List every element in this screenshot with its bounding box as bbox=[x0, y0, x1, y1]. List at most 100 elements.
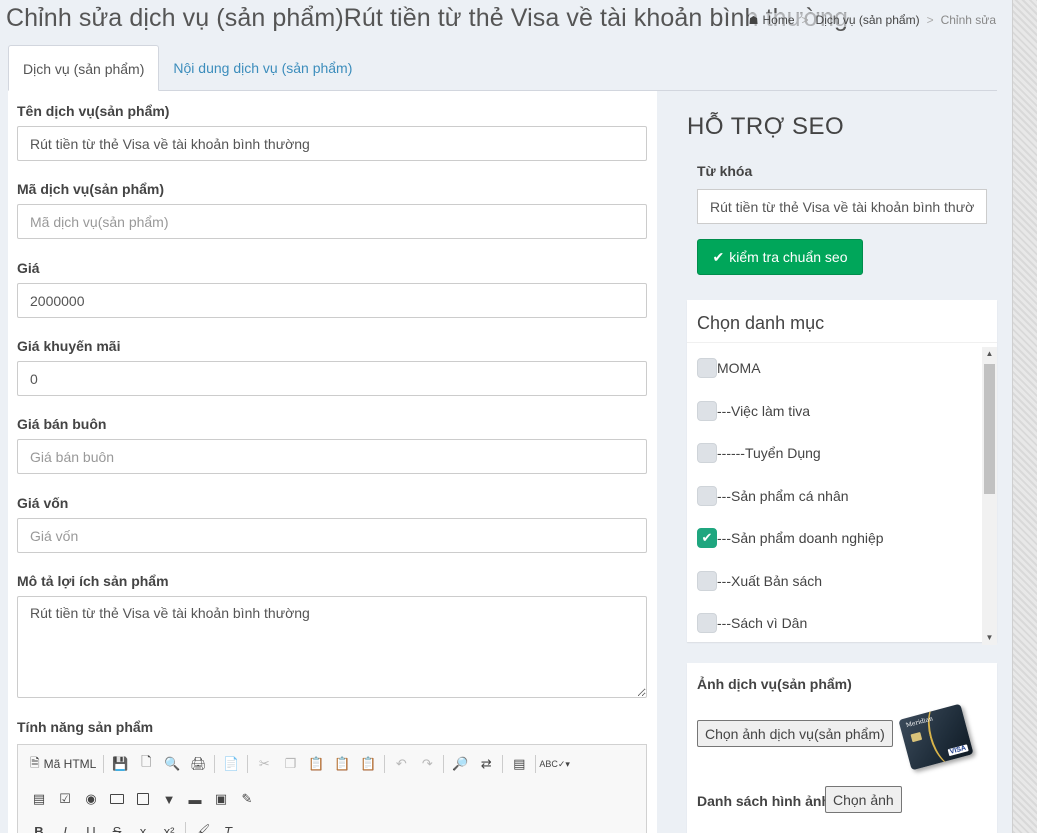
breadcrumb-current: Chỉnh sửa bbox=[940, 13, 996, 27]
redo-icon[interactable]: ↷ bbox=[414, 752, 440, 776]
choose-image-button[interactable]: Chọn ảnh dịch vụ(sản phẩm) bbox=[697, 720, 893, 747]
sale-price-group: Giá khuyến mãi bbox=[17, 338, 647, 396]
paste-text-icon[interactable]: 📋 bbox=[329, 752, 355, 776]
replace-icon[interactable]: ⇄ bbox=[473, 752, 499, 776]
sale-price-label: Giá khuyến mãi bbox=[17, 338, 121, 354]
toolbar-separator bbox=[535, 755, 537, 773]
paste-word-icon[interactable]: 📋 bbox=[355, 752, 381, 776]
page-edge-texture bbox=[1012, 0, 1037, 833]
bold-button[interactable]: B bbox=[26, 819, 52, 833]
textfield-icon[interactable] bbox=[104, 787, 130, 811]
breadcrumb-home[interactable]: Home bbox=[763, 13, 795, 27]
category-list: MOMA ---Việc làm tiva ------Tuyển Dụng -… bbox=[687, 347, 983, 643]
category-checkbox[interactable] bbox=[697, 570, 717, 591]
radio-field-icon[interactable]: ◉ bbox=[78, 787, 104, 811]
hidden-field-icon[interactable]: ✎ bbox=[234, 787, 260, 811]
cut-icon[interactable]: ✂ bbox=[251, 752, 277, 776]
italic-button[interactable]: I bbox=[52, 819, 78, 833]
strike-button[interactable]: S bbox=[104, 819, 130, 833]
scroll-thumb[interactable] bbox=[984, 364, 995, 494]
category-item[interactable]: ------Tuyển Dụng bbox=[687, 432, 983, 475]
select-all-icon[interactable]: ▤ bbox=[506, 752, 532, 776]
category-checkbox[interactable] bbox=[697, 400, 717, 421]
sale-price-input[interactable] bbox=[17, 361, 647, 396]
category-checkbox[interactable] bbox=[697, 443, 717, 464]
editor-toolbar-row-3: B I U S x x² 🖌 T bbox=[18, 815, 646, 833]
select-field-icon[interactable]: ▼ bbox=[156, 787, 182, 811]
benefit-textarea[interactable]: Rút tiền từ thẻ Visa về tài khoản bình t… bbox=[17, 596, 647, 698]
copy-format-icon[interactable]: 🖌 bbox=[189, 819, 215, 833]
category-checkbox[interactable] bbox=[697, 485, 717, 506]
category-item[interactable]: ---Việc làm tiva bbox=[687, 390, 983, 433]
category-item[interactable]: ---Xuất Bản sách bbox=[687, 560, 983, 603]
source-html-button[interactable]: 🗎 Mã HTML bbox=[26, 752, 100, 776]
category-label: ------Tuyển Dụng bbox=[717, 445, 821, 462]
toolbar-separator bbox=[214, 755, 216, 773]
tab-service-content[interactable]: Nội dung dịch vụ (sản phẩm) bbox=[159, 45, 366, 91]
keyword-input[interactable] bbox=[697, 189, 987, 224]
image-label: Ảnh dịch vụ(sản phẩm) bbox=[697, 676, 852, 692]
paste-icon[interactable]: 📋 bbox=[303, 752, 329, 776]
name-group: Tên dịch vụ(sản phẩm) bbox=[17, 103, 647, 161]
service-image-thumbnail[interactable]: Meridian VISA bbox=[898, 703, 974, 771]
scroll-up-icon[interactable]: ▲ bbox=[982, 347, 997, 361]
category-label: ---Xuất Bản sách bbox=[717, 572, 823, 589]
image-button-icon[interactable]: ▣ bbox=[208, 787, 234, 811]
undo-icon[interactable]: ↶ bbox=[388, 752, 414, 776]
category-checkbox-checked[interactable]: ✔ bbox=[697, 528, 717, 549]
wholesale-input[interactable] bbox=[17, 439, 647, 474]
price-group: Giá bbox=[17, 260, 647, 318]
category-label: ---Sản phẩm cá nhân bbox=[717, 487, 849, 504]
category-label: ---Sách vì Dân bbox=[717, 615, 808, 632]
superscript-button[interactable]: x² bbox=[156, 819, 182, 833]
page-title: Chỉnh sửa dịch vụ (sản phẩm)Rút tiền từ … bbox=[6, 4, 848, 32]
textarea-field-icon[interactable] bbox=[130, 787, 156, 811]
breadcrumb-section[interactable]: Dịch vụ (sản phẩm) bbox=[816, 13, 920, 27]
editor-toolbar-row-2: ▤ ☑ ◉ ▼ ▬ ▣ ✎ bbox=[18, 783, 646, 815]
home-icon: ☗ bbox=[748, 14, 759, 27]
scroll-down-icon[interactable]: ▼ bbox=[982, 631, 997, 645]
category-item[interactable]: ---Sản phẩm cá nhân bbox=[687, 475, 983, 518]
button-field-icon[interactable]: ▬ bbox=[182, 787, 208, 811]
category-item[interactable]: MOMA bbox=[687, 347, 983, 390]
spellcheck-button[interactable]: ABC ✓▾ bbox=[539, 752, 570, 776]
remove-format-button[interactable]: T bbox=[215, 819, 241, 833]
templates-icon[interactable]: 📄 bbox=[218, 752, 244, 776]
tab-service[interactable]: Dịch vụ (sản phẩm) bbox=[8, 45, 160, 91]
price-input[interactable] bbox=[17, 283, 647, 318]
check-seo-button[interactable]: ✔ kiểm tra chuẩn seo bbox=[697, 239, 863, 275]
category-checkbox[interactable] bbox=[697, 613, 717, 634]
form-icon[interactable]: ▤ bbox=[26, 787, 52, 811]
source-html-label: Mã HTML bbox=[43, 757, 97, 771]
category-item[interactable]: ---Sách vì Dân bbox=[687, 602, 983, 643]
find-icon[interactable]: 🔎 bbox=[447, 752, 473, 776]
toolbar-separator bbox=[502, 755, 504, 773]
benefit-group: Mô tả lợi ích sản phẩm Rút tiền từ thẻ V… bbox=[17, 573, 647, 703]
category-item[interactable]: ✔ ---Sản phẩm doanh nghiệp bbox=[687, 517, 983, 560]
copy-icon[interactable]: ❐ bbox=[277, 752, 303, 776]
category-checkbox[interactable] bbox=[697, 358, 717, 379]
name-label: Tên dịch vụ(sản phẩm) bbox=[17, 103, 170, 119]
code-input[interactable] bbox=[17, 204, 647, 239]
category-scrollbar[interactable]: ▲ ▼ bbox=[982, 347, 997, 645]
subscript-button[interactable]: x bbox=[130, 819, 156, 833]
spellcheck-label: ABC bbox=[539, 759, 558, 769]
save-icon[interactable]: 💾 bbox=[107, 752, 133, 776]
cost-label: Giá vốn bbox=[17, 495, 69, 511]
toolbar-separator bbox=[247, 755, 249, 773]
toolbar-separator bbox=[443, 755, 445, 773]
name-input[interactable] bbox=[17, 126, 647, 161]
cost-input[interactable] bbox=[17, 518, 647, 553]
choose-gallery-button[interactable]: Chọn ảnh bbox=[825, 786, 902, 813]
underline-button[interactable]: U bbox=[78, 819, 104, 833]
toolbar-separator bbox=[103, 755, 105, 773]
source-icon: 🗎 bbox=[30, 755, 40, 770]
keyword-label: Từ khóa bbox=[697, 163, 753, 179]
seo-title: HỖ TRỢ SEO bbox=[687, 113, 845, 140]
print-icon[interactable]: 🖨 bbox=[185, 752, 211, 776]
new-page-icon[interactable]: 🗋 bbox=[133, 752, 159, 776]
toolbar-separator bbox=[384, 755, 386, 773]
breadcrumb-separator: > bbox=[926, 13, 934, 27]
preview-icon[interactable]: 🔍 bbox=[159, 752, 185, 776]
checkbox-field-icon[interactable]: ☑ bbox=[52, 787, 78, 811]
